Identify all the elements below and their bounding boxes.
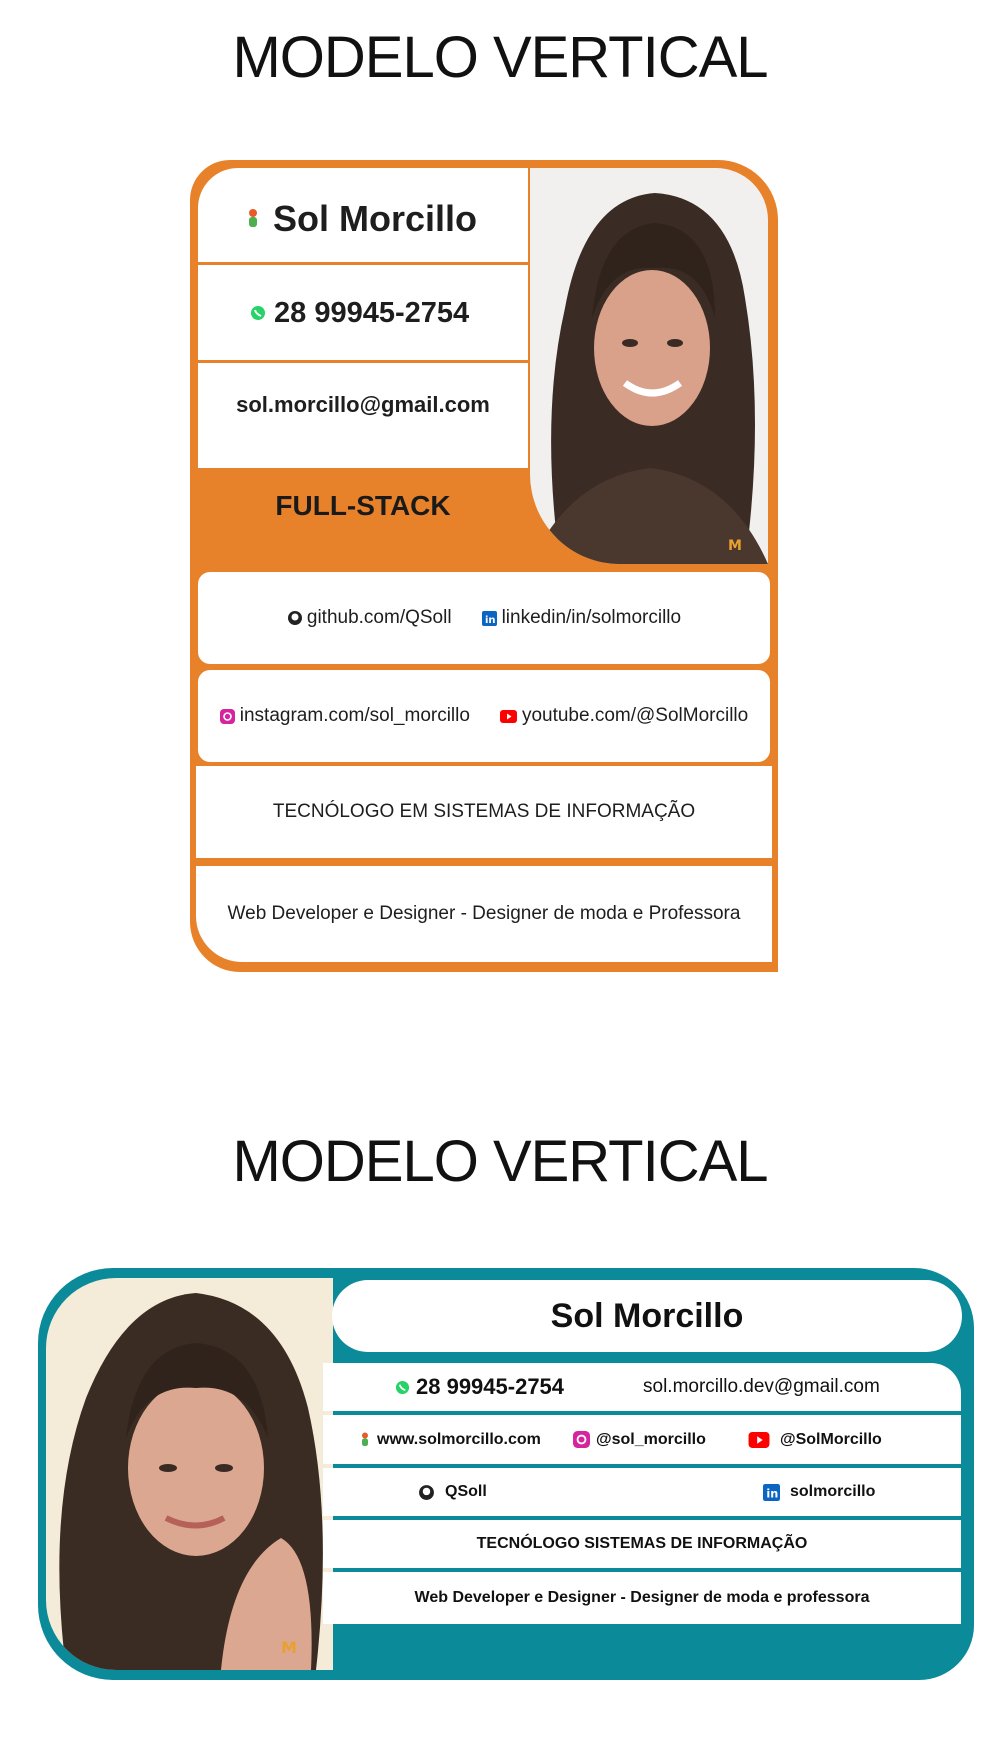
card1-degree: TECNÓLOGO EM SISTEMAS DE INFORMAÇÃO (272, 801, 696, 822)
card2-phone: 28 99945-2754 (416, 1374, 565, 1399)
card2-email[interactable]: sol.morcillo.dev@gmail.com (643, 1376, 880, 1398)
whatsapp-icon (251, 306, 265, 320)
card1-email[interactable]: sol.morcillo@gmail.com (236, 392, 490, 417)
card2-github-text: QSoll (445, 1483, 487, 1500)
card1-profession: Web Developer e Designer - Designer de m… (227, 903, 741, 924)
card1-email-row: sol.morcillo@gmail.com (198, 392, 528, 418)
card1-github-text: github.com/QSoll (306, 607, 452, 628)
card1-phone: 28 99945-2754 (274, 296, 470, 329)
card2-degree-row: TECNÓLOGO SISTEMAS DE INFORMAÇÃO (323, 1520, 961, 1568)
card1-divider (198, 360, 528, 363)
github-icon (287, 611, 302, 625)
card2-phone-row: 28 99945-2754 (395, 1374, 564, 1400)
card2-profile-photo: M (46, 1278, 333, 1670)
business-card-teal: M Sol Morcillo 28 99945-2754 sol.morcill… (38, 1268, 974, 1680)
svg-text:in: in (485, 615, 496, 626)
card1-links-row-2: instagram.com/sol_morcillo youtube.com/@… (198, 670, 770, 762)
card1-linkedin-text: linkedin/in/solmorcillo (501, 607, 682, 628)
card1-instagram-link[interactable]: instagram.com/sol_morcillo (219, 705, 470, 727)
linkedin-icon: in (763, 1483, 780, 1501)
flower-icon (362, 1432, 368, 1446)
card2-youtube-text: @SolMorcillo (780, 1430, 882, 1448)
flower-icon (249, 209, 257, 227)
card1-instagram-text: instagram.com/sol_morcillo (239, 705, 470, 726)
card2-social-row-2: QSoll in solmorcillo (323, 1468, 961, 1516)
card2-website-text: www.solmorcillo.com (377, 1430, 541, 1448)
card1-youtube-link[interactable]: youtube.com/@SolMorcillo (499, 705, 749, 727)
card2-profession: Web Developer e Designer - Designer de m… (414, 1589, 870, 1606)
card1-github-link[interactable]: github.com/QSoll (287, 607, 452, 629)
card1-phone-row: 28 99945-2754 (250, 290, 469, 336)
svg-text:in: in (766, 1486, 778, 1500)
card1-divider (198, 262, 528, 265)
youtube-icon (748, 1431, 770, 1448)
card1-linkedin-link[interactable]: in linkedin/in/solmorcillo (481, 607, 682, 629)
card1-name-row: Sol Morcillo (245, 194, 477, 244)
svg-text:M: M (281, 1638, 297, 1657)
card1-degree-row: TECNÓLOGO EM SISTEMAS DE INFORMAÇÃO (196, 766, 772, 858)
card2-linkedin-link[interactable]: in solmorcillo (763, 1483, 875, 1501)
card2-instagram-text: @sol_morcillo (596, 1430, 706, 1448)
card2-website-link[interactable]: www.solmorcillo.com (359, 1431, 541, 1449)
linkedin-icon: in (481, 610, 497, 626)
heading-bottom: MODELO VERTICAL (232, 1129, 768, 1194)
card2-profession-row: Web Developer e Designer - Designer de m… (323, 1572, 961, 1624)
heading-top: MODELO VERTICAL (232, 25, 768, 90)
card2-degree: TECNÓLOGO SISTEMAS DE INFORMAÇÃO (476, 1535, 808, 1552)
card1-profession-row: Web Developer e Designer - Designer de m… (196, 866, 772, 962)
card2-social-row-1: www.solmorcillo.com @sol_morcillo @SolMo… (323, 1415, 961, 1464)
svg-text:M: M (728, 538, 742, 554)
card1-role: FULL-STACK (275, 490, 451, 521)
card1-profile-photo: M (530, 168, 768, 564)
business-card-orange: Sol Morcillo 28 99945-2754 sol.morcillo@… (190, 160, 778, 972)
card2-instagram-link[interactable]: @sol_morcillo (573, 1431, 706, 1449)
youtube-icon (499, 709, 517, 723)
card1-links-row-1: github.com/QSoll in linkedin/in/solmorci… (198, 572, 770, 664)
whatsapp-icon (395, 1380, 410, 1394)
card1-name: Sol Morcillo (273, 198, 478, 239)
card2-name: Sol Morcillo (550, 1296, 744, 1335)
card2-contact-row: 28 99945-2754 sol.morcillo.dev@gmail.com (323, 1363, 961, 1411)
card2-youtube-link[interactable]: @SolMorcillo (748, 1431, 882, 1449)
card2-linkedin-text: solmorcillo (790, 1483, 876, 1500)
instagram-icon (219, 708, 235, 724)
card2-name-box: Sol Morcillo (332, 1280, 962, 1352)
card2-github-link[interactable]: QSoll (418, 1483, 487, 1501)
instagram-icon (573, 1431, 590, 1448)
github-icon (419, 1484, 434, 1500)
card1-role-row: FULL-STACK (198, 490, 528, 522)
card1-youtube-text: youtube.com/@SolMorcillo (521, 705, 749, 726)
